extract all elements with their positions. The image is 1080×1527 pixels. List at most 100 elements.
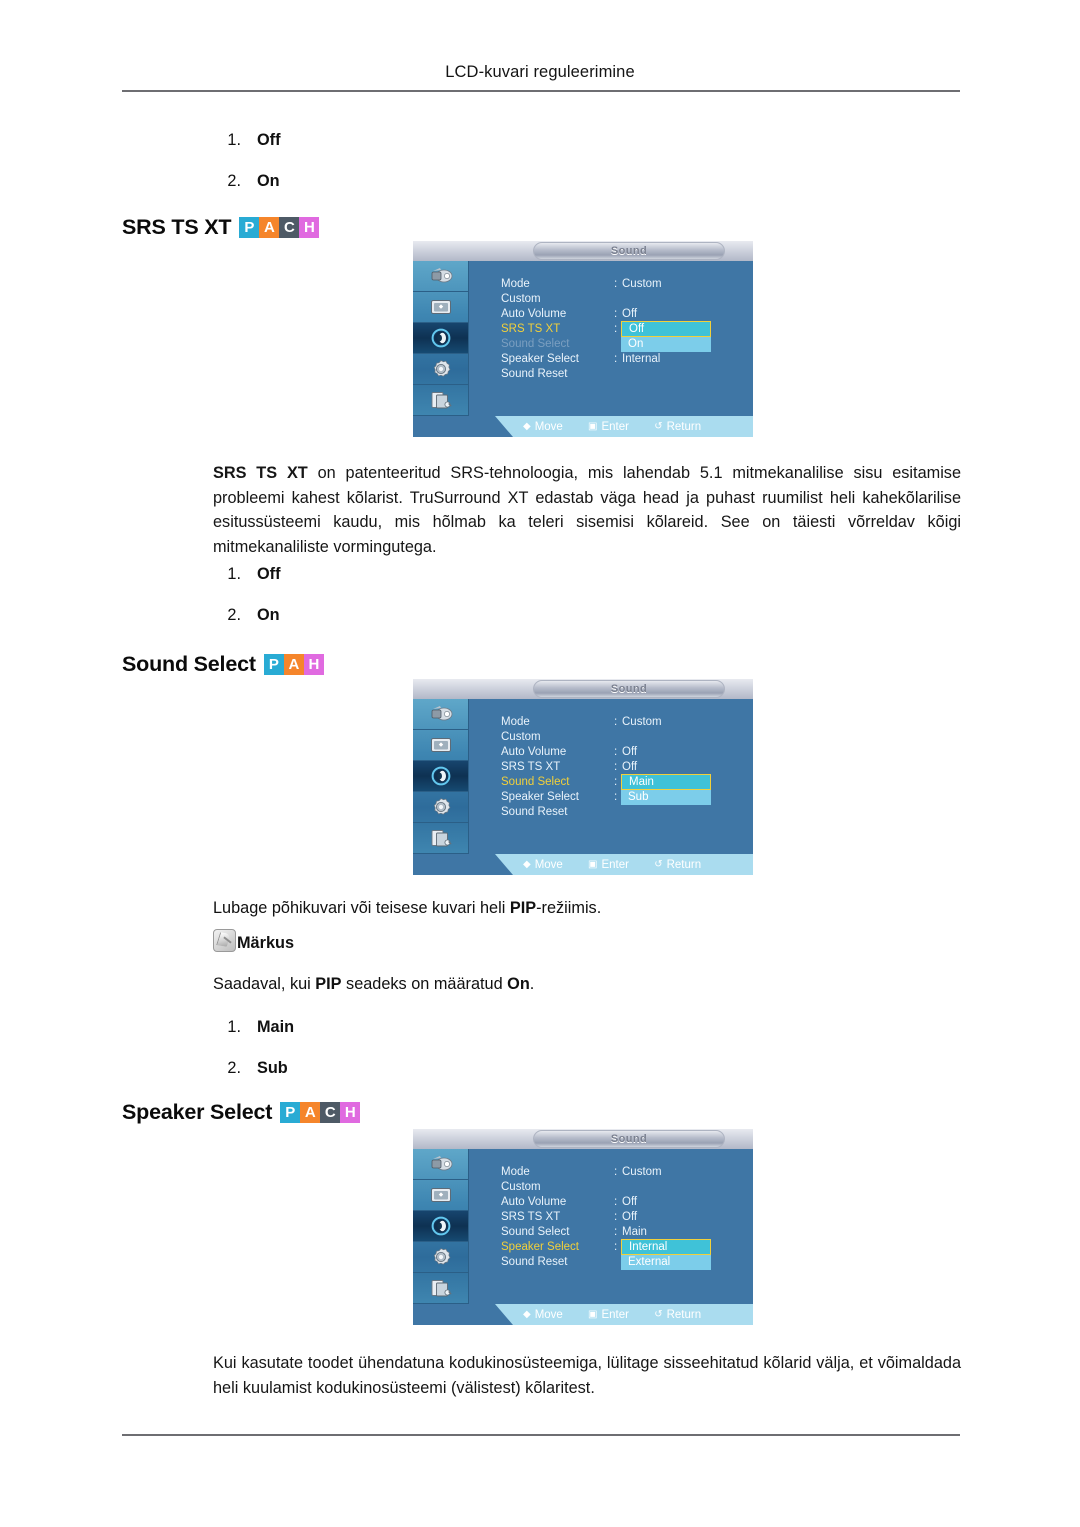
picture-icon [431,706,452,721]
footer-divider [122,1434,960,1436]
osd-hint-label: Enter [601,421,629,433]
osd-hint-move: ◆ Move [523,416,563,437]
osd-row-label: Auto Volume [501,308,567,320]
osd-sidebar-item-setup[interactable] [413,792,468,823]
note-pip-term: PIP [315,975,342,993]
osd-row-label: SRS TS XT [501,1211,561,1223]
list-item-value: Off [257,131,281,149]
osd-footer-notch [413,416,513,437]
osd-footer: ◆ Move ▣ Enter ↺ Return [413,854,753,875]
osd-dropdown-option-alt[interactable]: External [621,1255,711,1270]
osd-titlebar: Sound [413,1129,753,1149]
return-icon: ↺ [654,421,663,432]
osd-sidebar-item-multicontrol[interactable] [413,385,468,416]
screen-icon [430,738,451,752]
osd-body: Mode : Custom Custom Auto Volume : Off S… [470,1149,753,1304]
osd-row-value: Main [622,1226,647,1238]
osd-row-colon: : [614,1166,618,1178]
osd-hint-label: Move [534,1309,563,1321]
osd-footer-notch [413,1304,513,1325]
osd-title-pill: Sound [533,242,725,260]
osd-sidebar-item-screen[interactable] [413,292,468,323]
list-item-number: 1. [227,565,241,583]
enter-icon: ▣ [588,859,598,870]
heading-badges: PACH [280,1102,361,1123]
osd-row-colon: : [614,761,618,773]
enter-icon: ▣ [588,1309,598,1320]
osd-sidebar-item-sound[interactable] [413,323,468,354]
osd-sidebar [413,261,469,416]
osd-hint-enter: ▣ Enter [588,854,629,875]
osd-sidebar-item-setup[interactable] [413,354,468,385]
osd-hint-label: Return [666,421,702,433]
osd-screenshot-speaker-select: Sound Mode: Custom Custom Auto Volume:… [413,1129,753,1325]
osd-row-label: Sound Select [501,338,570,350]
osd-screenshot-srs-ts-xt: Sound Mode: Custom Custom Auto Volume:… [413,241,753,437]
osd-dropdown-option-alt[interactable]: On [621,337,711,352]
osd-row-colon: : [614,1241,618,1253]
return-icon: ↺ [654,1309,663,1320]
screen-icon [430,300,451,314]
osd-sidebar-item-screen[interactable] [413,1180,468,1211]
osd-row-label: Sound Reset [501,368,568,380]
badge-a-icon: A [283,654,304,675]
list-item-value: Main [257,1018,295,1036]
heading-text: SRS TS XT [122,215,232,239]
osd-row-value: Custom [622,278,662,290]
srs-description-paragraph: SRS TS XT on patenteeritud SRS-tehnoloog… [213,461,961,559]
heading-badges: PAH [263,654,324,675]
osd-sidebar-item-picture[interactable] [413,699,468,730]
osd-sidebar-item-setup[interactable] [413,1242,468,1273]
sound-icon [431,328,450,348]
pip-intro-a: Lubage põhikuvari või teisese kuvari hel… [213,899,510,917]
osd-dropdown-option-alt[interactable]: Sub [621,790,711,805]
osd-dropdown[interactable]: Internal External [621,1239,711,1270]
note-body-c: seadeks on määratud [341,975,508,993]
osd-screenshot-sound-select: Sound Mode: Custom Custom Auto Volume:… [413,679,753,875]
osd-body: Mode : Custom Custom Auto Volume : Off S… [470,699,753,854]
osd-hints: ◆ Move ▣ Enter ↺ Return [523,416,723,437]
osd-hint-move: ◆ Move [523,854,563,875]
osd-sidebar [413,699,469,854]
osd-row-colon: : [614,716,618,728]
osd-sidebar-item-multicontrol[interactable] [413,1273,468,1304]
sound-icon [431,766,450,786]
header-divider [122,90,960,92]
osd-dropdown-option-current[interactable]: Internal [621,1239,711,1255]
osd-dropdown-option-current[interactable]: Main [621,774,711,790]
osd-row-colon: : [614,1226,618,1238]
osd-hint-return: ↺ Return [654,1304,701,1325]
osd-sidebar-item-screen[interactable] [413,730,468,761]
osd-sidebar-item-multicontrol[interactable] [413,823,468,854]
osd-dropdown[interactable]: Main Sub [621,774,711,805]
osd-row-value: Off [622,1196,638,1208]
osd-sidebar-item-picture[interactable] [413,261,468,292]
page-header-title: LCD-kuvari reguleerimine [445,63,635,81]
osd-titlebar: Sound [413,679,753,699]
list-item-number: 1. [227,1018,241,1036]
badge-c-icon: C [320,1102,341,1123]
note-body-e: . [529,975,535,993]
osd-dropdown[interactable]: Off On [621,321,711,352]
osd-sidebar-item-sound[interactable] [413,1211,468,1242]
osd-hint-move: ◆ Move [523,1304,563,1325]
screen-icon [430,1188,451,1202]
note-body-a: Saadaval, kui [213,975,316,993]
heading-text: Sound Select [122,652,256,676]
osd-hint-return: ↺ Return [654,416,701,437]
multicontrol-icon [431,392,452,409]
osd-row-value: Custom [622,716,662,728]
badge-p-icon: P [280,1102,301,1123]
osd-dropdown-option-current[interactable]: Off [621,321,711,337]
osd-footer: ◆ Move ▣ Enter ↺ Return [413,1304,753,1325]
osd-row-colon: : [614,308,618,320]
list-item-number: 2. [227,1059,241,1077]
osd-title: Sound [610,1133,648,1145]
osd-sidebar-item-sound[interactable] [413,761,468,792]
heading-text: Speaker Select [122,1100,273,1124]
osd-sidebar-item-picture[interactable] [413,1149,468,1180]
move-icon: ◆ [523,421,531,432]
osd-row-label: Speaker Select [501,791,579,803]
heading-badges: PACH [239,217,320,238]
osd-hint-label: Return [666,1309,702,1321]
